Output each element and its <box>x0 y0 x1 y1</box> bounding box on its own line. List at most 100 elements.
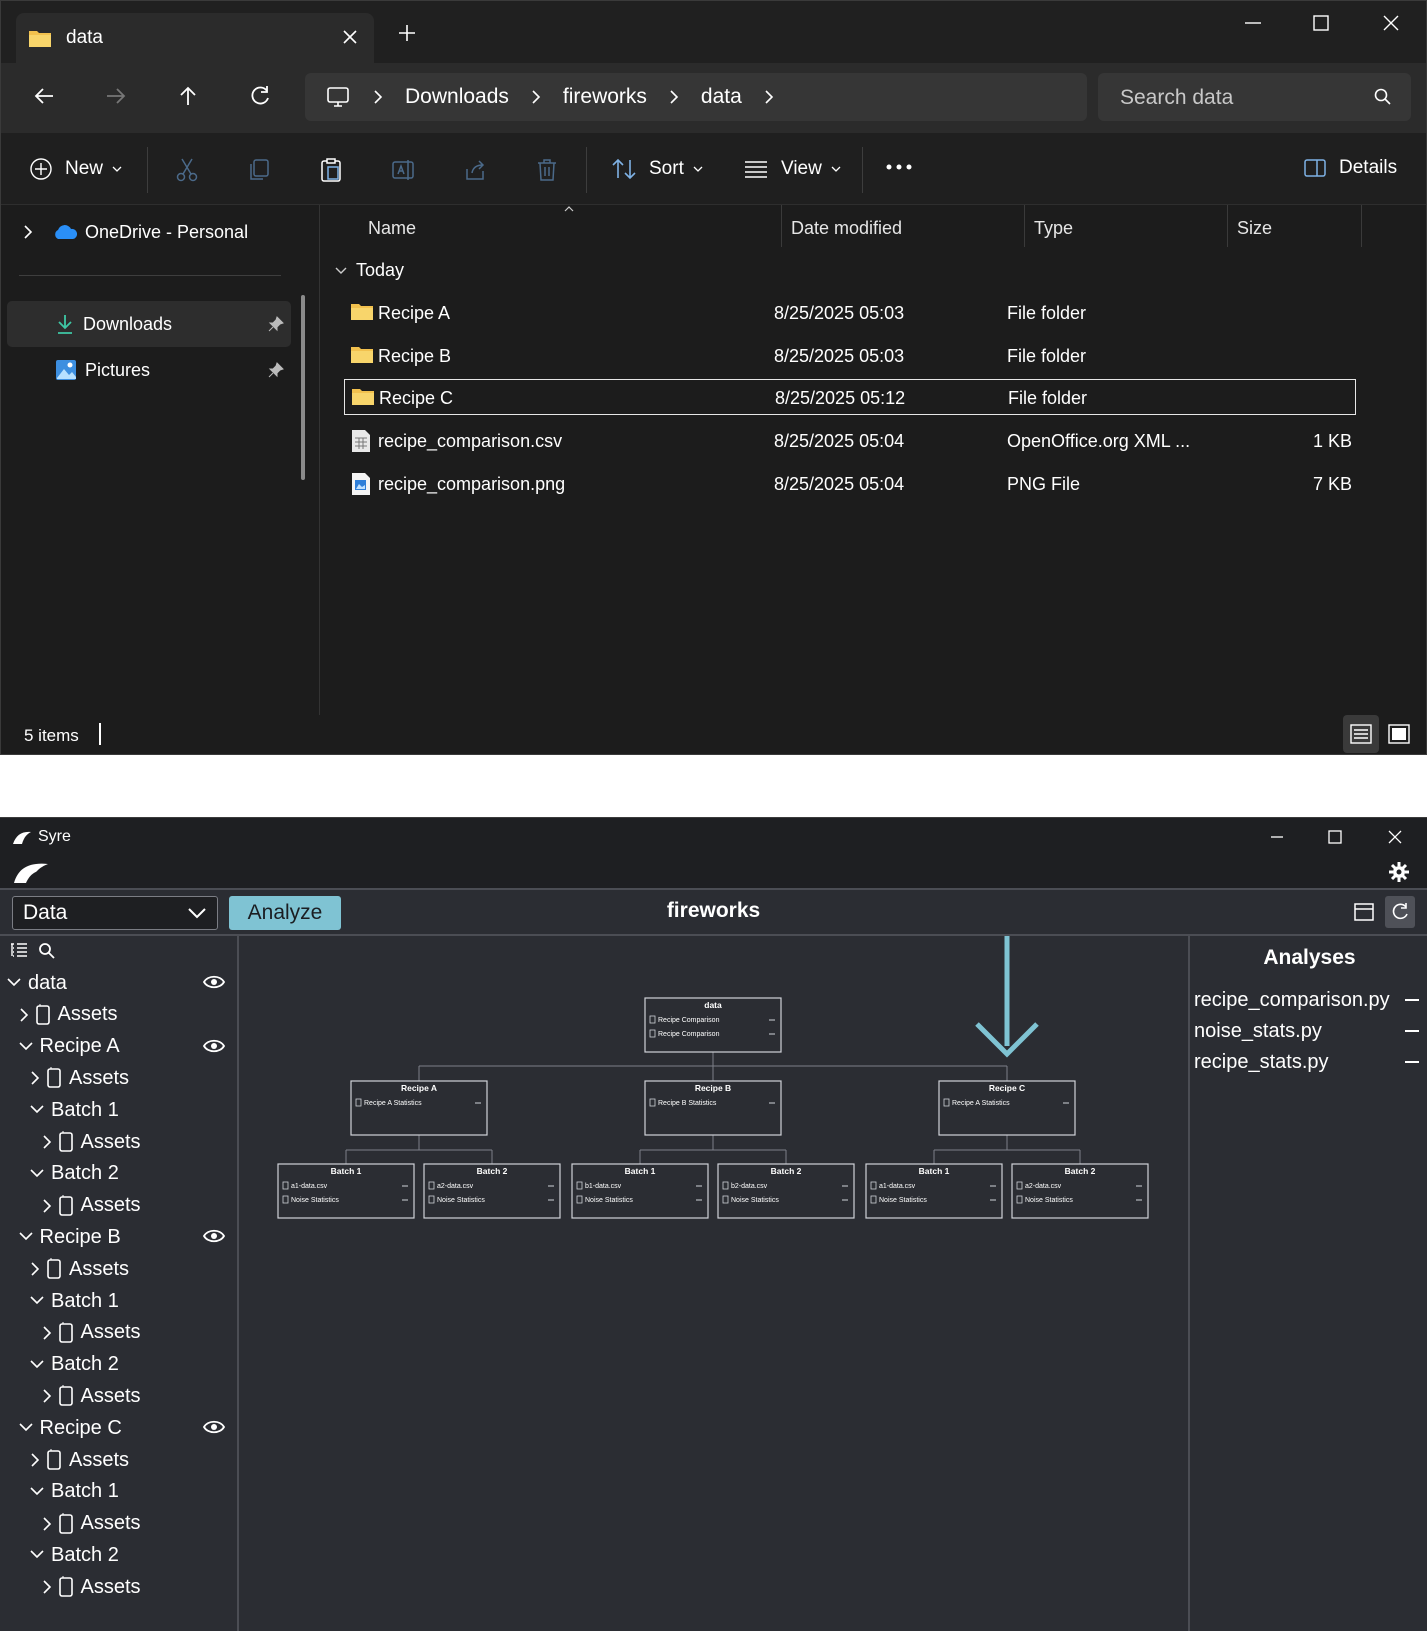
close-tab-icon[interactable] <box>340 27 360 47</box>
tree-item-assets[interactable]: Assets <box>29 1445 129 1475</box>
toggle-panel-button[interactable] <box>1349 896 1379 928</box>
chevron-right-icon[interactable] <box>667 89 681 105</box>
nav-item-onedrive[interactable]: OneDrive - Personal <box>7 209 291 255</box>
chevron-down-icon[interactable] <box>29 1103 45 1117</box>
chevron-right-icon[interactable] <box>762 89 776 105</box>
chevron-right-icon[interactable] <box>41 1134 53 1150</box>
graph-node-item[interactable]: a2-data.csv <box>1025 1183 1062 1190</box>
nav-item-pictures[interactable]: Pictures <box>7 347 291 393</box>
tree-list-icon[interactable] <box>10 942 28 960</box>
chevron-down-icon[interactable] <box>29 1485 45 1499</box>
group-header-today[interactable]: Today <box>334 260 404 281</box>
tree-item-container[interactable]: Batch 1 <box>29 1286 119 1316</box>
column-header-date[interactable]: Date modified <box>791 218 902 239</box>
syre-home-logo-icon[interactable] <box>12 859 52 885</box>
file-row[interactable]: Recipe A 8/25/2025 05:03 File folder <box>344 295 1356 331</box>
maximize-icon[interactable] <box>1309 11 1333 35</box>
pin-icon[interactable] <box>267 361 285 379</box>
details-pane-button[interactable]: Details <box>1303 157 1397 179</box>
tree-item-container[interactable]: Batch 2 <box>29 1350 119 1380</box>
pin-icon[interactable] <box>267 315 285 333</box>
graph-node-item[interactable]: Recipe A Statistics <box>364 1100 422 1107</box>
tree-item-assets[interactable]: Assets <box>41 1318 141 1348</box>
chevron-right-icon[interactable] <box>41 1516 53 1532</box>
chevron-right-icon[interactable] <box>41 1388 53 1404</box>
analysis-item[interactable]: noise_stats.py <box>1194 1020 1420 1043</box>
up-arrow-icon[interactable] <box>175 83 201 109</box>
chevron-down-icon[interactable] <box>18 1040 34 1054</box>
nav-scrollbar[interactable] <box>301 295 305 480</box>
graph-node-item[interactable]: Noise Statistics <box>291 1197 339 1204</box>
chevron-down-icon[interactable] <box>18 1421 34 1435</box>
visibility-eye-icon[interactable] <box>203 1038 225 1054</box>
chevron-right-icon[interactable] <box>18 1007 30 1023</box>
graph-node-item[interactable]: a1-data.csv <box>291 1183 328 1190</box>
column-divider[interactable] <box>1024 205 1025 247</box>
graph-node-item[interactable]: Recipe Comparison <box>658 1017 720 1024</box>
maximize-icon[interactable] <box>1324 826 1346 848</box>
rename-icon[interactable] <box>391 157 415 183</box>
chevron-right-icon[interactable] <box>29 1452 41 1468</box>
file-row[interactable]: recipe_comparison.png 8/25/2025 05:04 PN… <box>344 466 1356 502</box>
copy-icon[interactable] <box>247 157 271 183</box>
chevron-down-icon[interactable] <box>334 265 348 277</box>
refresh-icon[interactable] <box>247 83 273 109</box>
chevron-down-icon[interactable] <box>29 1358 45 1372</box>
more-options-icon[interactable] <box>885 163 913 171</box>
close-window-icon[interactable] <box>1379 11 1403 35</box>
chevron-down-icon[interactable] <box>6 976 22 990</box>
column-divider[interactable] <box>1227 205 1228 247</box>
tree-item-container[interactable]: data <box>6 968 67 998</box>
file-row[interactable]: recipe_comparison.csv 8/25/2025 05:04 Op… <box>344 423 1356 459</box>
chevron-down-icon[interactable] <box>29 1548 45 1562</box>
back-arrow-icon[interactable] <box>31 83 57 109</box>
graph-node-item[interactable]: b1-data.csv <box>585 1183 622 1190</box>
graph-node-item[interactable]: Noise Statistics <box>585 1197 633 1204</box>
column-header-type[interactable]: Type <box>1034 218 1073 239</box>
graph-node-item[interactable]: Recipe A Statistics <box>952 1100 1010 1107</box>
address-bar[interactable]: Downloads fireworks data <box>305 73 1087 121</box>
tree-item-assets[interactable]: Assets <box>41 1381 141 1411</box>
minus-icon[interactable] <box>1404 989 1420 1012</box>
tree-item-assets[interactable]: Assets <box>29 1063 129 1093</box>
chevron-right-icon[interactable] <box>41 1579 53 1595</box>
graph-node-item[interactable]: a1-data.csv <box>879 1183 916 1190</box>
new-tab-icon[interactable] <box>397 23 417 43</box>
tree-item-assets[interactable]: Assets <box>41 1509 141 1539</box>
forward-arrow-icon[interactable] <box>103 83 129 109</box>
tree-item-container[interactable]: Recipe A <box>18 1032 120 1062</box>
tree-item-assets[interactable]: Assets <box>41 1191 141 1221</box>
explorer-tab[interactable]: data <box>16 13 374 63</box>
visibility-eye-icon[interactable] <box>203 1228 225 1244</box>
chevron-down-icon[interactable] <box>29 1167 45 1181</box>
this-pc-icon[interactable] <box>325 85 351 109</box>
analyze-button[interactable]: Analyze <box>229 896 341 930</box>
tree-item-assets[interactable]: Assets <box>41 1127 141 1157</box>
chevron-right-icon[interactable] <box>29 1070 41 1086</box>
graph-node-item[interactable]: Noise Statistics <box>437 1197 485 1204</box>
tree-item-container[interactable]: Batch 2 <box>29 1159 119 1189</box>
paste-icon[interactable] <box>319 157 343 183</box>
chevron-right-icon[interactable] <box>29 1261 41 1277</box>
column-header-name[interactable]: Name <box>368 218 416 239</box>
minus-icon[interactable] <box>1404 1020 1420 1043</box>
refresh-button[interactable] <box>1385 896 1415 928</box>
minimize-icon[interactable] <box>1266 826 1288 848</box>
graph-node-item[interactable]: b2-data.csv <box>731 1183 768 1190</box>
close-window-icon[interactable] <box>1384 826 1406 848</box>
tree-item-assets[interactable]: Assets <box>18 1000 118 1030</box>
delete-icon[interactable] <box>535 157 559 183</box>
chevron-right-icon[interactable] <box>371 89 385 105</box>
graph-node-item[interactable]: Recipe B Statistics <box>658 1100 717 1107</box>
search-input[interactable]: Search data <box>1098 73 1411 121</box>
tree-item-container[interactable]: Batch 2 <box>29 1540 119 1570</box>
tiles-view-button[interactable] <box>1381 715 1417 753</box>
tree-item-assets[interactable]: Assets <box>29 1254 129 1284</box>
view-button[interactable]: View <box>743 157 842 181</box>
graph-node-item[interactable]: Noise Statistics <box>731 1197 779 1204</box>
analysis-item[interactable]: recipe_comparison.py <box>1194 989 1420 1012</box>
tree-item-container[interactable]: Batch 1 <box>29 1095 119 1125</box>
details-view-button[interactable] <box>1343 715 1379 753</box>
file-row[interactable]: Recipe B 8/25/2025 05:03 File folder <box>344 338 1356 374</box>
minimize-icon[interactable] <box>1241 11 1265 35</box>
